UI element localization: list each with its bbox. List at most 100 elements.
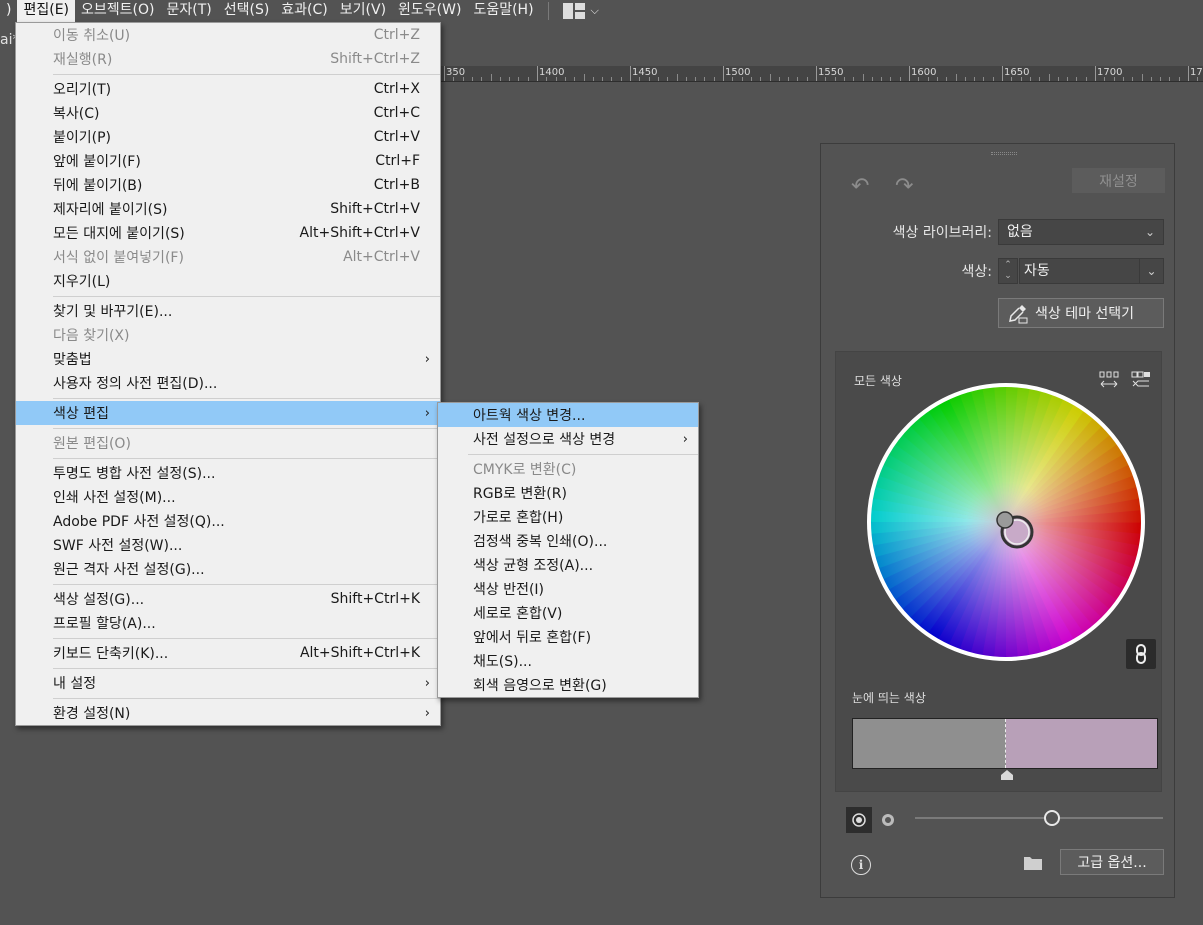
menu-item[interactable]: 투명도 병합 사전 설정(S)... [16, 461, 440, 485]
menu-item-label: 오리기(T) [53, 82, 112, 98]
menu-item[interactable]: 찾기 및 바꾸기(E)... [16, 299, 440, 323]
menu-item[interactable]: 제자리에 붙이기(S) Shift+Ctrl+V [16, 197, 440, 221]
colors-count-select[interactable]: 자동 ⌄ [1019, 258, 1164, 284]
ruler-minor-tick [899, 77, 901, 81]
menu-item-label: 이동 취소(U) [53, 28, 131, 44]
menu-item[interactable]: 키보드 단축키(K)... Alt+Shift+Ctrl+K [16, 641, 440, 665]
menu-2[interactable]: 오브젝트(O) [75, 0, 160, 22]
menu-item-label: 채도(S)... [473, 654, 532, 670]
colors-stepper[interactable]: ⌃ ⌄ [998, 258, 1018, 284]
menu-item-label: 세로로 혼합(V) [473, 606, 563, 622]
hue-brightness-mode-icon[interactable] [875, 807, 901, 833]
menu-item[interactable]: 세로로 혼합(V) [438, 601, 698, 625]
ruler-minor-tick [667, 77, 669, 81]
panel-grip[interactable] [991, 152, 1017, 155]
folder-icon[interactable] [1023, 855, 1043, 871]
ruler-minor-tick [704, 77, 706, 81]
advanced-options-button[interactable]: 고급 옵션... [1060, 849, 1164, 875]
menu-item-shortcut: Ctrl+C [373, 105, 420, 121]
redo-icon[interactable]: ↷ [895, 174, 913, 199]
menu-item-shortcut: Alt+Shift+Ctrl+V [299, 225, 420, 241]
chevron-down-icon[interactable]: ⌄ [1139, 259, 1163, 283]
link-harmony-colors-icon[interactable] [1126, 639, 1156, 669]
menu-item-label: 인쇄 사전 설정(M)... [53, 490, 176, 506]
menu-5[interactable]: 효과(C) [275, 0, 333, 22]
menu-divider [53, 698, 440, 699]
menu-item[interactable]: 붙이기(P) Ctrl+V [16, 125, 440, 149]
center-color-marker[interactable] [996, 511, 1014, 529]
menu-item[interactable]: SWF 사전 설정(W)... [16, 533, 440, 557]
menu-item[interactable]: 회색 음영으로 변환(G) [438, 673, 698, 697]
ruler-label: 1650 [1004, 67, 1030, 78]
menu-item-shortcut: Alt+Ctrl+V [343, 249, 420, 265]
menu-item[interactable]: 프로필 할당(A)... [16, 611, 440, 635]
menu-item[interactable]: 뒤에 붙이기(B) Ctrl+B [16, 173, 440, 197]
menu-0[interactable]: ) [0, 0, 17, 22]
prominent-color-swatch[interactable] [853, 719, 1006, 768]
menu-item-label: 색상 균형 조정(A)... [473, 558, 594, 574]
menu-item[interactable]: Adobe PDF 사전 설정(Q)... [16, 509, 440, 533]
menu-7[interactable]: 윈도우(W) [392, 0, 467, 22]
ruler-major-tick [816, 66, 817, 81]
menu-item[interactable]: 사용자 정의 사전 편집(D)... [16, 371, 440, 395]
menu-item[interactable]: 색상 균형 조정(A)... [438, 553, 698, 577]
chevron-right-icon: › [424, 705, 430, 721]
menu-item-shortcut: Alt+Shift+Ctrl+K [299, 645, 420, 661]
brightness-slider-track[interactable] [915, 817, 1163, 819]
menu-item[interactable]: 내 설정 › [16, 671, 440, 695]
menu-6[interactable]: 보기(V) [334, 0, 392, 22]
menu-item[interactable]: 지우기(L) [16, 269, 440, 293]
menu-8[interactable]: 도움말(H) [467, 0, 539, 22]
menu-item-shortcut: Shift+Ctrl+V [330, 201, 420, 217]
swatch-divider-handle[interactable] [1001, 770, 1013, 780]
workspace-switcher[interactable]: ⌵ [557, 3, 605, 19]
ruler-minor-tick [546, 77, 548, 81]
menu-item[interactable]: 검정색 중복 인쇄(O)... [438, 529, 698, 553]
menu-divider [468, 454, 698, 455]
ruler-minor-tick [741, 77, 743, 81]
menu-item[interactable]: 맞춤법 › [16, 347, 440, 371]
ruler-minor-tick [518, 77, 520, 81]
menu-item[interactable]: 앞에서 뒤로 혼합(F) [438, 625, 698, 649]
menu-item[interactable]: 환경 설정(N) › [16, 701, 440, 725]
menu-item[interactable]: 앞에 붙이기(F) Ctrl+F [16, 149, 440, 173]
menu-item-label: 색상 반전(I) [473, 582, 545, 598]
menu-divider [53, 428, 440, 429]
menu-item[interactable]: RGB로 변환(R) [438, 481, 698, 505]
menu-item-label: 내 설정 [53, 676, 97, 692]
saturation-brightness-mode-icon[interactable] [846, 807, 872, 833]
menu-item[interactable]: 채도(S)... [438, 649, 698, 673]
menu-item[interactable]: 가로로 혼합(H) [438, 505, 698, 529]
menu-item[interactable]: 아트웍 색상 변경... [438, 403, 698, 427]
menu-item[interactable]: 원근 격자 사전 설정(G)... [16, 557, 440, 581]
ruler-minor-tick [834, 77, 836, 81]
menu-item[interactable]: 모든 대지에 붙이기(S) Alt+Shift+Ctrl+V [16, 221, 440, 245]
menu-item[interactable]: 색상 반전(I) [438, 577, 698, 601]
color-wheel[interactable] [866, 382, 1146, 662]
menu-item[interactable]: 인쇄 사전 설정(M)... [16, 485, 440, 509]
brightness-slider-knob[interactable] [1044, 810, 1060, 826]
menu-4[interactable]: 선택(S) [218, 0, 276, 22]
prominent-color-swatch[interactable] [1006, 719, 1157, 768]
reset-button[interactable]: 재설정 [1072, 168, 1165, 193]
menu-item-label: 원본 편집(O) [53, 436, 131, 452]
ruler-minor-tick [983, 77, 985, 81]
menu-item[interactable]: 색상 설정(G)... Shift+Ctrl+K [16, 587, 440, 611]
color-theme-picker-button[interactable]: 색상 테마 선택기 [998, 298, 1164, 328]
color-library-select[interactable]: 없음 ⌄ [998, 219, 1164, 245]
menu-divider [53, 398, 440, 399]
menu-item[interactable]: 색상 편집 › [16, 401, 440, 425]
menu-3[interactable]: 문자(T) [160, 0, 217, 22]
menu-item[interactable]: 오리기(T) Ctrl+X [16, 77, 440, 101]
info-icon[interactable]: i [851, 855, 871, 875]
ruler-minor-tick [685, 77, 687, 81]
horizontal-ruler[interactable]: 35014001450150015501600165017001750 [440, 66, 1203, 82]
menu-item-label: 복사(C) [53, 106, 100, 122]
menu-item[interactable]: 사전 설정으로 색상 변경 › [438, 427, 698, 451]
menu-1[interactable]: 편집(E) [17, 0, 75, 22]
ruler-minor-tick [797, 77, 799, 81]
undo-icon[interactable]: ↶ [851, 174, 869, 199]
menu-item[interactable]: 복사(C) Ctrl+C [16, 101, 440, 125]
menu-divider [53, 668, 440, 669]
prominent-colors-bar[interactable] [852, 718, 1158, 769]
